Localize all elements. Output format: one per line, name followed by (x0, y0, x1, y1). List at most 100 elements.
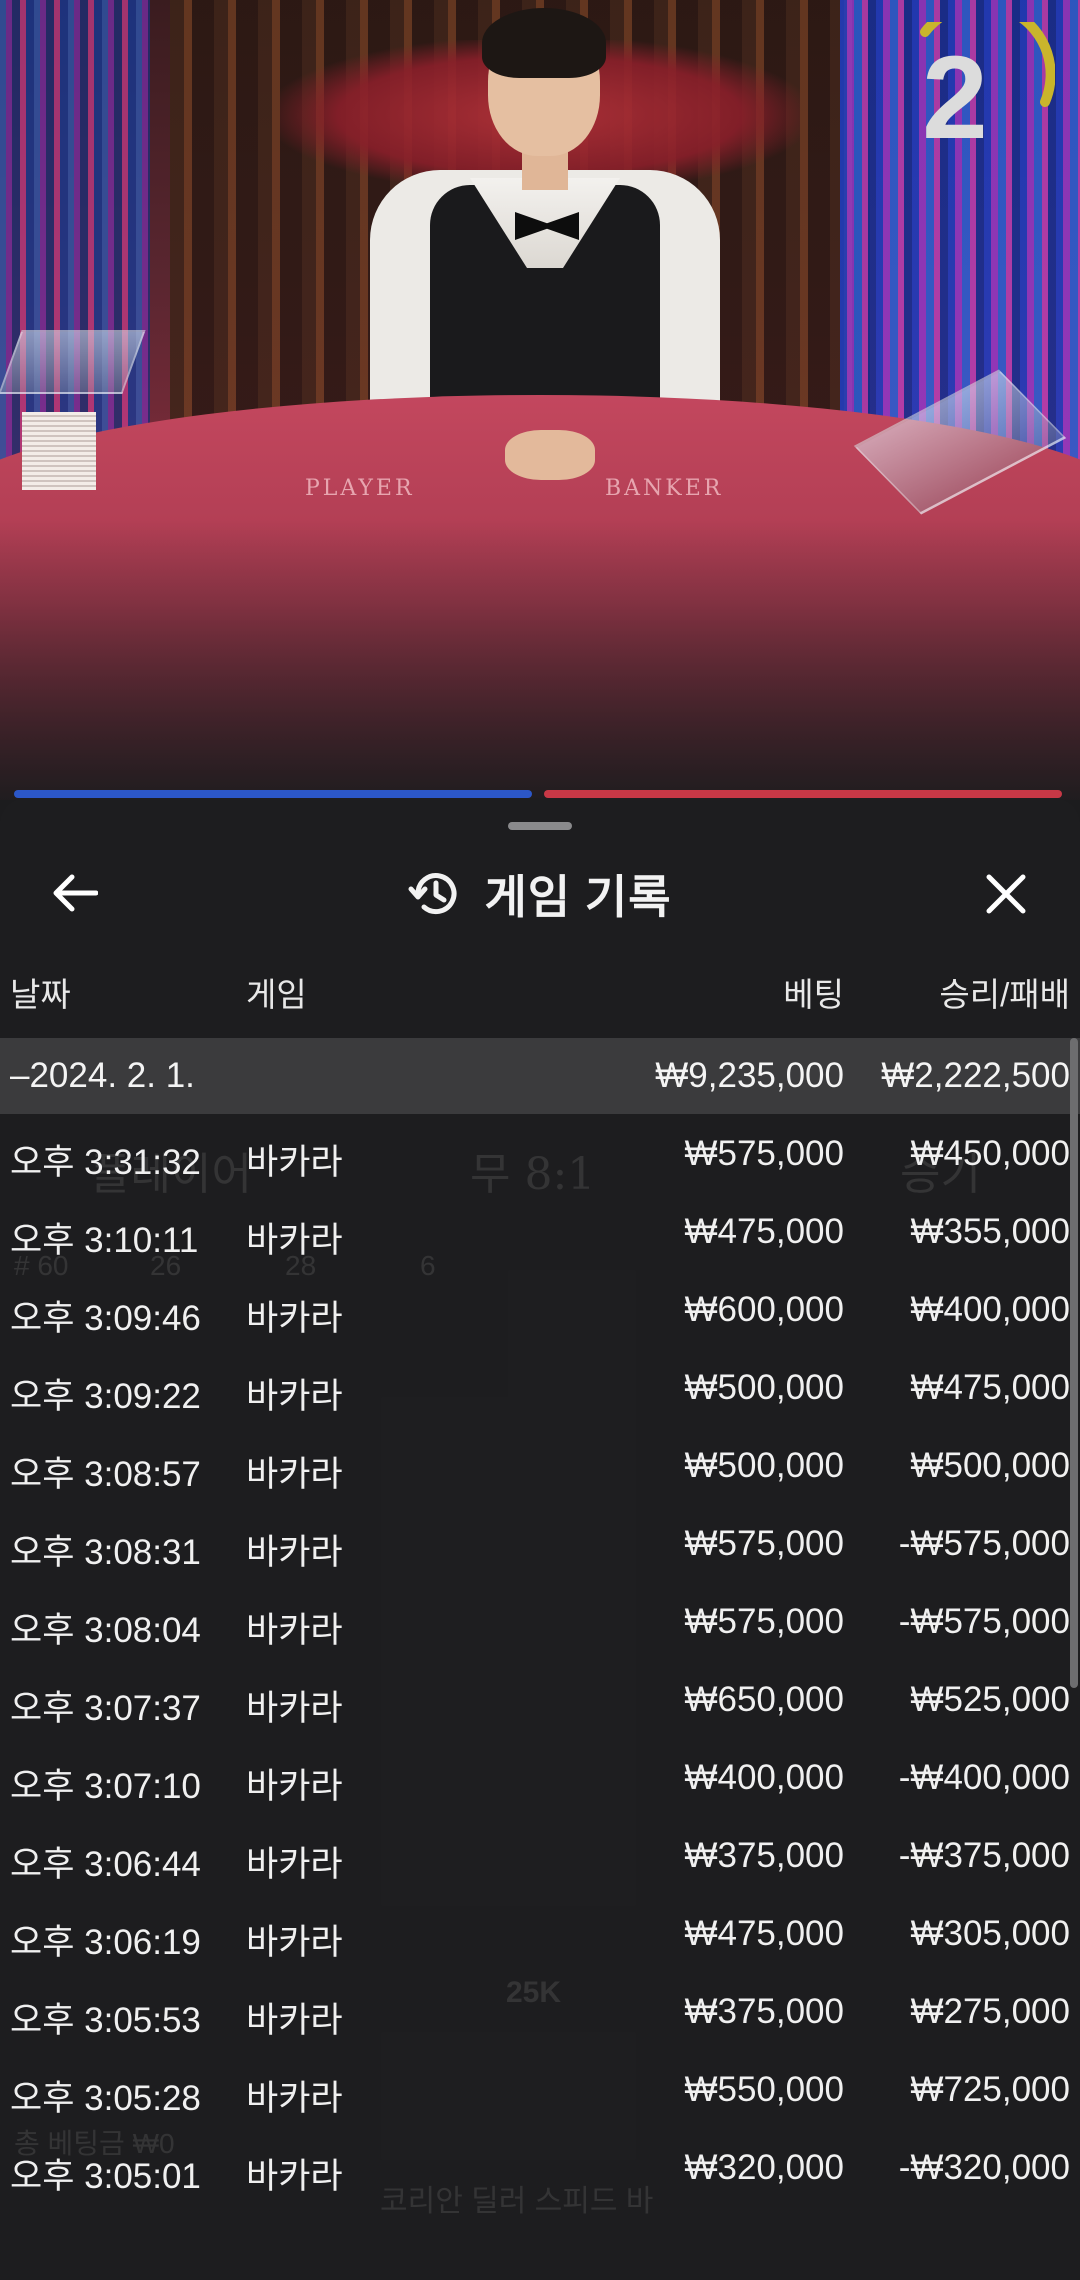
column-header-game: 게임 (246, 976, 307, 1013)
row-bet: ₩575,000 (684, 1134, 844, 1173)
date-group-row[interactable]: –2024. 2. 1. ₩9,235,000 ₩2,222,500 (0, 1038, 1080, 1114)
row-win-loss: ₩400,000 (910, 1290, 1070, 1329)
card-shoe (0, 330, 146, 394)
row-time: 오후 3:08:57 (10, 1455, 201, 1494)
countdown-number: 2 (922, 32, 988, 164)
card-deck (22, 412, 96, 490)
row-bet: ₩375,000 (684, 1836, 844, 1875)
row-bet: ₩375,000 (684, 1992, 844, 2031)
row-time: 오후 3:05:28 (10, 2079, 201, 2118)
row-time: 오후 3:06:44 (10, 1845, 201, 1884)
table-label-player: PLAYER (305, 476, 415, 501)
history-row[interactable]: 오후 3:05:01 바카라 ₩320,000 -₩320,000 (0, 2132, 1080, 2210)
history-row[interactable]: 오후 3:31:32 바카라 ₩575,000 ₩450,000 (0, 1118, 1080, 1196)
row-game: 바카라 (246, 1143, 343, 1182)
game-history-sheet: 플레이어 무 8:1 승기 # 60 26 28 6 25K 총 베팅금 ₩0 … (0, 798, 1080, 2280)
close-icon (986, 874, 1026, 914)
row-win-loss: ₩500,000 (910, 1446, 1070, 1485)
close-button[interactable] (970, 858, 1042, 930)
countdown-timer: 2 (905, 0, 1056, 182)
column-header-date: 날짜 (10, 976, 71, 1013)
row-bet: ₩320,000 (684, 2148, 844, 2187)
row-game: 바카라 (246, 1845, 343, 1884)
row-win-loss: ₩450,000 (910, 1134, 1070, 1173)
live-video-feed: PLAYER BANKER 2 (0, 0, 1080, 800)
history-row[interactable]: 오후 3:05:53 바카라 ₩375,000 ₩275,000 (0, 1976, 1080, 2054)
row-bet: ₩500,000 (684, 1368, 844, 1407)
led-wall-left (0, 0, 150, 470)
row-win-loss: ₩355,000 (910, 1212, 1070, 1251)
row-win-loss: ₩475,000 (910, 1368, 1070, 1407)
history-row[interactable]: 오후 3:08:57 바카라 ₩500,000 ₩500,000 (0, 1430, 1080, 1508)
row-time: 오후 3:08:04 (10, 1611, 201, 1650)
row-bet: ₩575,000 (684, 1602, 844, 1641)
row-game: 바카라 (246, 1377, 343, 1416)
group-date: –2024. 2. 1. (10, 1056, 195, 1095)
row-win-loss: ₩525,000 (910, 1680, 1070, 1719)
row-time: 오후 3:09:22 (10, 1377, 201, 1416)
player-bet-strip (14, 790, 532, 798)
row-game: 바카라 (246, 1767, 343, 1806)
row-bet: ₩500,000 (684, 1446, 844, 1485)
back-button[interactable] (40, 858, 110, 928)
row-time: 오후 3:07:37 (10, 1689, 201, 1728)
history-row[interactable]: 오후 3:08:31 바카라 ₩575,000 -₩575,000 (0, 1508, 1080, 1586)
sheet-drag-handle[interactable] (508, 822, 572, 830)
row-time: 오후 3:05:01 (10, 2157, 201, 2196)
group-win-total: ₩2,222,500 (881, 1056, 1070, 1095)
history-clock-icon (408, 873, 457, 915)
column-header-bet: 베팅 (783, 976, 844, 1013)
history-row[interactable]: 오후 3:08:04 바카라 ₩575,000 -₩575,000 (0, 1586, 1080, 1664)
sheet-header: 게임 기록 (0, 858, 1080, 930)
dealer-hands (505, 430, 595, 480)
row-bet: ₩400,000 (684, 1758, 844, 1797)
row-bet: ₩575,000 (684, 1524, 844, 1563)
history-row[interactable]: 오후 3:05:28 바카라 ₩550,000 ₩725,000 (0, 2054, 1080, 2132)
row-win-loss: ₩725,000 (910, 2070, 1070, 2109)
group-bet-total: ₩9,235,000 (655, 1056, 844, 1095)
row-time: 오후 3:31:32 (10, 1143, 201, 1182)
row-game: 바카라 (246, 1455, 343, 1494)
row-win-loss: ₩275,000 (910, 1992, 1070, 2031)
column-header-win-loss: 승리/패배 (939, 976, 1070, 1013)
row-win-loss: -₩320,000 (898, 2148, 1070, 2187)
row-time: 오후 3:08:31 (10, 1533, 201, 1572)
row-game: 바카라 (246, 1221, 343, 1260)
row-time: 오후 3:07:10 (10, 1767, 201, 1806)
history-row[interactable]: 오후 3:09:46 바카라 ₩600,000 ₩400,000 (0, 1274, 1080, 1352)
history-row[interactable]: 오후 3:06:44 바카라 ₩375,000 -₩375,000 (0, 1820, 1080, 1898)
row-win-loss: -₩400,000 (898, 1758, 1070, 1797)
row-bet: ₩475,000 (684, 1914, 844, 1953)
row-time: 오후 3:09:46 (10, 1299, 201, 1338)
row-win-loss: -₩575,000 (898, 1524, 1070, 1563)
row-bet: ₩650,000 (684, 1680, 844, 1719)
row-time: 오후 3:05:53 (10, 2001, 201, 2040)
history-row[interactable]: 오후 3:07:10 바카라 ₩400,000 -₩400,000 (0, 1742, 1080, 1820)
history-list: 오후 3:31:32 바카라 ₩575,000 ₩450,000 오후 3:10… (0, 1118, 1080, 2210)
table-label-banker: BANKER (605, 476, 724, 501)
row-win-loss: ₩305,000 (910, 1914, 1070, 1953)
row-game: 바카라 (246, 2079, 343, 2118)
row-win-loss: -₩375,000 (898, 1836, 1070, 1875)
history-row[interactable]: 오후 3:10:11 바카라 ₩475,000 ₩355,000 (0, 1196, 1080, 1274)
row-game: 바카라 (246, 2001, 343, 2040)
row-game: 바카라 (246, 1533, 343, 1572)
row-game: 바카라 (246, 1299, 343, 1338)
row-bet: ₩550,000 (684, 2070, 844, 2109)
row-time: 오후 3:10:11 (10, 1221, 199, 1260)
row-bet: ₩475,000 (684, 1212, 844, 1251)
banker-bet-strip (544, 790, 1062, 798)
sheet-title: 게임 기록 (484, 871, 672, 923)
video-fade (0, 520, 1080, 800)
row-game: 바카라 (246, 1689, 343, 1728)
row-time: 오후 3:06:19 (10, 1923, 201, 1962)
arrow-left-icon (53, 874, 98, 912)
dealer-hair (482, 8, 606, 78)
history-row[interactable]: 오후 3:06:19 바카라 ₩475,000 ₩305,000 (0, 1898, 1080, 1976)
history-row[interactable]: 오후 3:09:22 바카라 ₩500,000 ₩475,000 (0, 1352, 1080, 1430)
row-bet: ₩600,000 (684, 1290, 844, 1329)
row-game: 바카라 (246, 1611, 343, 1650)
dealer-neck (522, 150, 568, 190)
history-row[interactable]: 오후 3:07:37 바카라 ₩650,000 ₩525,000 (0, 1664, 1080, 1742)
history-scrollbar[interactable] (1070, 1038, 1078, 1688)
